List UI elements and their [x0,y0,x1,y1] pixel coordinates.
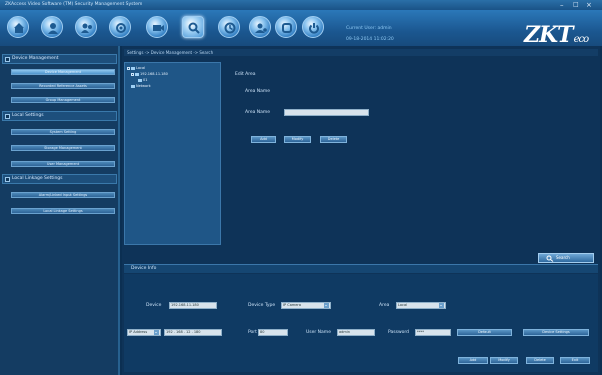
sidebar-item-local-linkage-settings[interactable]: Local Linkage Settings [11,208,115,214]
current-time-label: 09-18-2014 11:02:20 [346,37,394,42]
close-icon[interactable]: × [586,1,592,9]
delete-button[interactable]: Delete [526,357,554,364]
device-settings-icon[interactable] [109,16,131,38]
chevron-down-icon [154,330,159,335]
device-label: Device [146,303,162,308]
personnel-group-icon[interactable] [75,16,97,38]
device-input[interactable]: 192.168.11.180 [169,302,217,309]
sidebar-item-system-setting[interactable]: System Setting [11,129,115,135]
sidebar: Device Management Device Management Reco… [0,46,120,375]
sidebar-item-alarm-linked-input-settings[interactable]: Alarm/Linked Input Settings [11,192,115,198]
camera-icon[interactable] [146,16,168,38]
user-icon[interactable] [41,16,63,38]
area-select[interactable]: Local [396,302,446,309]
area-delete-button[interactable]: Delete [320,136,347,143]
password-label: Password [388,330,410,335]
exit-button[interactable]: Exit [560,357,590,364]
expand-icon [127,66,130,70]
network-icon [131,84,135,88]
brand-logo: ZKTeco [524,22,589,48]
sidebar-section-local-settings[interactable]: Local Settings [2,111,117,121]
sidebar-section-local-linkage-settings[interactable]: Local Linkage Settings [2,174,117,184]
section-checkbox[interactable] [5,57,10,62]
sidebar-item-user-management[interactable]: User Management [11,161,115,167]
add-button[interactable]: Add [458,357,488,364]
section-checkbox[interactable] [5,114,10,119]
area-label: Area [379,303,390,308]
maximize-icon[interactable]: □ [573,1,579,9]
current-user-label: Current User: admin [346,26,392,31]
area-name-input[interactable] [284,109,369,116]
system-icon[interactable] [275,16,297,38]
tree-node-device[interactable]: 192.168.11.180 [131,72,168,76]
device-info-panel: Device 192.168.11.180 Device Type IP Cam… [124,274,598,372]
search-button[interactable]: Search [538,253,594,263]
breadcrumb: Settings -> Device Management -> Search [124,49,598,56]
area-name-label-2: Area Name [245,110,271,115]
ip-address-input[interactable]: 192 . 168 . 12 . 180 [164,329,222,336]
power-icon[interactable] [302,16,324,38]
tree-node-channel[interactable]: 01 [138,78,147,82]
search-device-icon[interactable] [182,16,204,38]
ip-mode-select[interactable]: IP Address [127,329,161,336]
device-info-header: Device Info [124,264,598,273]
sidebar-item-device-management[interactable]: Device Management [11,69,115,75]
default-button[interactable]: Default [457,329,512,336]
user-name-label: User Name [306,330,331,335]
folder-icon [131,66,135,70]
sidebar-item-group-management[interactable]: Group Management [11,97,115,103]
tree-node-local[interactable]: Local [127,66,145,70]
camera-node-icon [135,72,139,76]
area-modify-button[interactable]: Modify [284,136,311,143]
section-checkbox[interactable] [5,177,10,182]
device-type-label: Device Type [248,303,276,308]
tree-node-network[interactable]: Network [131,84,151,88]
port-input[interactable]: 80 [258,329,288,336]
device-tree[interactable]: Local 192.168.11.180 01 Network [124,62,221,245]
expand-icon [131,72,134,76]
area-add-button[interactable]: Add [251,136,276,143]
report-icon[interactable] [218,16,240,38]
chevron-down-icon [439,303,444,308]
device-type-select[interactable]: IP Camera [281,302,331,309]
edit-area-title: Edit Area [235,72,256,77]
minimize-icon[interactable]: – [560,1,564,9]
user-name-input[interactable]: admin [337,329,375,336]
sidebar-section-device-management[interactable]: Device Management [2,54,117,64]
title-bar: ZKAccess Video Software (TM) Security Ma… [0,0,602,10]
search-icon [546,255,554,262]
channel-icon [138,78,142,82]
area-name-label: Area Name [245,89,271,94]
user-settings-icon[interactable] [249,16,271,38]
sidebar-item-storage-management[interactable]: Storage Management [11,145,115,151]
modify-button[interactable]: Modify [490,357,518,364]
sidebar-item-recorded-reference-assets[interactable]: Recorded Reference Assets [11,83,115,89]
device-settings-button[interactable]: Device Settings [523,329,589,336]
window-title: ZKAccess Video Software (TM) Security Ma… [5,2,143,7]
password-input[interactable]: **** [415,329,451,336]
main-panel: Settings -> Device Management -> Search … [122,46,600,375]
port-label: Port [248,330,257,335]
chevron-down-icon [324,303,329,308]
home-icon[interactable] [7,16,29,38]
main-toolbar: Current User: admin 09-18-2014 11:02:20 … [0,10,602,48]
